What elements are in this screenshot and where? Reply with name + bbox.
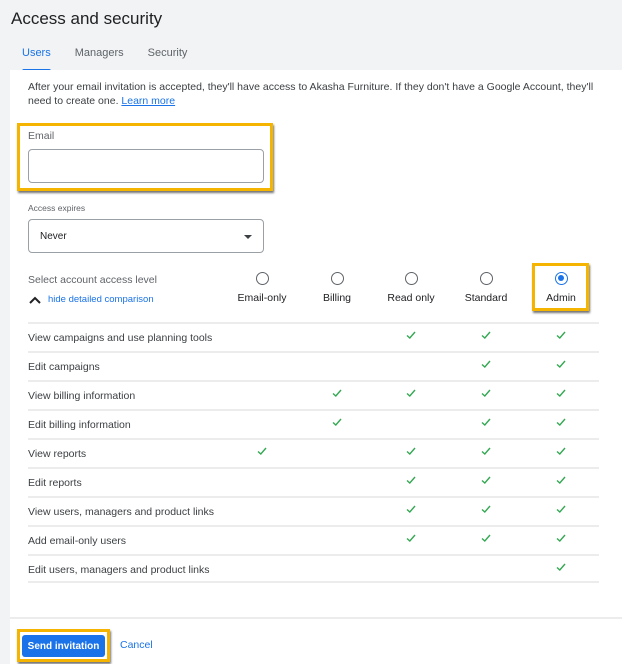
checkmark-icon xyxy=(406,389,416,397)
tab-security[interactable]: Security xyxy=(136,40,200,70)
role-label: Read only xyxy=(387,292,435,304)
email-label: Email xyxy=(28,130,55,142)
checkmark-icon xyxy=(257,447,267,455)
intro-message: After your email invitation is accepted,… xyxy=(28,81,594,107)
radio-admin[interactable] xyxy=(554,272,568,285)
checkmark-icon xyxy=(481,360,491,368)
checkmark-icon xyxy=(406,331,416,339)
role-billing[interactable]: Billing xyxy=(300,270,374,304)
hide-comparison-label: hide detailed comparison xyxy=(48,294,154,305)
radio-email-only[interactable] xyxy=(255,272,269,285)
email-field[interactable] xyxy=(28,149,264,183)
permission-row: Edit users, managers and product links xyxy=(28,554,599,583)
checkmark-icon xyxy=(406,476,416,484)
radio-billing[interactable] xyxy=(330,272,344,285)
role-read-only[interactable]: Read only xyxy=(374,270,448,304)
checkmark-icon xyxy=(556,534,566,542)
footer-actions: Send invitation Cancel xyxy=(10,619,622,664)
radio-read-only[interactable] xyxy=(404,272,418,285)
permission-row: View campaigns and use planning tools xyxy=(28,322,599,351)
checkmark-icon xyxy=(481,447,491,455)
role-admin[interactable]: Admin xyxy=(524,270,598,304)
checkmark-icon xyxy=(556,505,566,513)
permission-row: Add email-only users xyxy=(28,525,599,554)
role-email-only[interactable]: Email-only xyxy=(225,270,299,304)
checkmark-icon xyxy=(481,418,491,426)
permission-row: Edit reports xyxy=(28,467,599,496)
permission-name: Edit reports xyxy=(28,477,82,489)
role-label: Email-only xyxy=(237,292,287,304)
dropdown-caret-icon xyxy=(244,235,252,239)
tab-bar: Users Managers Security xyxy=(10,40,200,71)
cancel-button[interactable]: Cancel xyxy=(120,639,153,651)
access-level-radio-group: Email-only Billing Read only Standard Ad… xyxy=(225,270,600,312)
permission-row: Edit billing information xyxy=(28,409,599,438)
permission-row: View users, managers and product links xyxy=(28,496,599,525)
learn-more-link[interactable]: Learn more xyxy=(121,95,175,107)
access-expires-value: Never xyxy=(40,231,67,242)
role-label: Admin xyxy=(546,292,576,304)
checkmark-icon xyxy=(481,505,491,513)
chevron-up-icon xyxy=(29,296,41,304)
send-invitation-button[interactable]: Send invitation xyxy=(22,635,105,657)
checkmark-icon xyxy=(556,418,566,426)
intro-text: After your email invitation is accepted,… xyxy=(28,80,598,108)
access-expires-select[interactable]: Never xyxy=(28,219,264,253)
hide-comparison-toggle[interactable]: hide detailed comparison xyxy=(28,294,154,305)
radio-standard[interactable] xyxy=(479,272,493,285)
checkmark-icon xyxy=(556,476,566,484)
access-level-label: Select account access level xyxy=(28,274,157,286)
checkmark-icon xyxy=(481,389,491,397)
role-label: Standard xyxy=(464,292,508,304)
checkmark-icon xyxy=(556,360,566,368)
checkmark-icon xyxy=(406,447,416,455)
checkmark-icon xyxy=(556,447,566,455)
permission-name: Edit billing information xyxy=(28,419,131,431)
permission-name: Edit users, managers and product links xyxy=(28,564,210,576)
tab-users[interactable]: Users xyxy=(10,40,63,71)
checkmark-icon xyxy=(556,389,566,397)
permission-name: Edit campaigns xyxy=(28,361,100,373)
access-expires-label: Access expires xyxy=(28,203,86,213)
permission-name: Add email-only users xyxy=(28,535,127,547)
role-label: Billing xyxy=(322,292,351,304)
permissions-comparison-table: View campaigns and use planning tools Edi… xyxy=(28,322,599,583)
checkmark-icon xyxy=(556,331,566,339)
checkmark-icon xyxy=(332,418,342,426)
permission-name: View billing information xyxy=(28,390,136,402)
checkmark-icon xyxy=(556,563,566,571)
role-standard[interactable]: Standard xyxy=(449,270,523,304)
permission-row: View billing information xyxy=(28,380,599,409)
checkmark-icon xyxy=(481,534,491,542)
tab-managers[interactable]: Managers xyxy=(63,40,136,70)
checkmark-icon xyxy=(481,331,491,339)
permission-name: View reports xyxy=(28,448,87,460)
checkmark-icon xyxy=(406,534,416,542)
permission-name: View users, managers and product links xyxy=(28,506,214,518)
permission-row: View reports xyxy=(28,438,599,467)
permission-name: View campaigns and use planning tools xyxy=(28,332,213,344)
checkmark-icon xyxy=(481,476,491,484)
page-title: Access and security xyxy=(11,9,163,28)
permission-row: Edit campaigns xyxy=(28,351,599,380)
invite-user-card: After your email invitation is accepted,… xyxy=(10,70,622,619)
checkmark-icon xyxy=(332,389,342,397)
checkmark-icon xyxy=(406,505,416,513)
